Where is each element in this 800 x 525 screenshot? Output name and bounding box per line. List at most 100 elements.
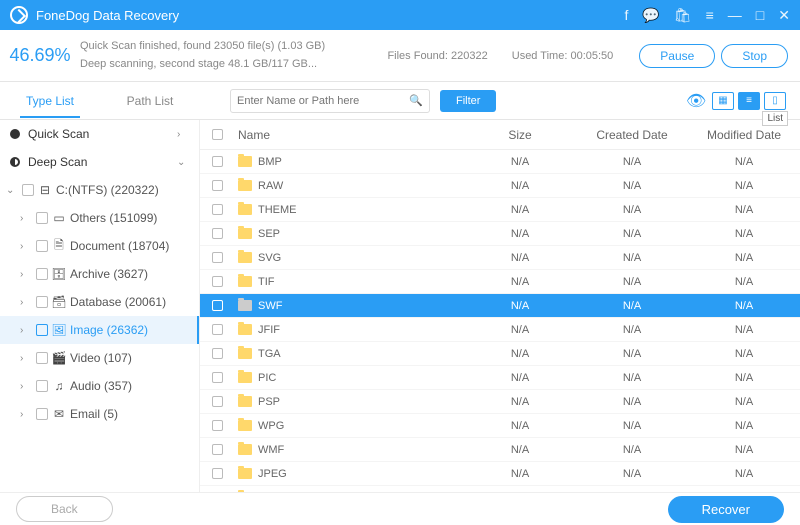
category-icon: ♫ [52, 379, 66, 393]
feedback-icon[interactable]: 💬 [642, 7, 659, 24]
table-row[interactable]: JFIFN/AN/AN/A [200, 318, 800, 342]
folder-icon [238, 156, 252, 167]
pause-button[interactable]: Pause [639, 44, 715, 68]
sidebar-item-others[interactable]: ›▭Others (151099) [0, 204, 199, 232]
view-grid-icon[interactable]: ▦ [712, 92, 734, 110]
scan-line1: Quick Scan finished, found 23050 file(s)… [80, 38, 387, 56]
row-name: RAW [258, 180, 283, 192]
search-input[interactable] [237, 95, 409, 107]
row-name: WPG [258, 420, 284, 432]
view-tooltip: List [762, 111, 788, 126]
table-row[interactable]: SEPN/AN/AN/A [200, 222, 800, 246]
row-checkbox[interactable] [212, 372, 223, 383]
scan-messages: Quick Scan finished, found 23050 file(s)… [80, 38, 387, 73]
search-icon[interactable]: 🔍 [409, 94, 423, 107]
select-all-checkbox[interactable] [212, 129, 223, 140]
category-icon: ▭ [52, 211, 66, 225]
row-checkbox[interactable] [212, 276, 223, 287]
chevron-right-icon: › [20, 409, 32, 420]
sidebar-item-image[interactable]: ›🖼Image (26362) [0, 316, 199, 344]
sidebar-item-email[interactable]: ›✉Email (5) [0, 400, 199, 428]
checkbox[interactable] [36, 352, 48, 364]
sidebar-item-video[interactable]: ›🎬Video (107) [0, 344, 199, 372]
row-checkbox[interactable] [212, 396, 223, 407]
chevron-down-icon: ⌄ [177, 157, 189, 168]
checkbox[interactable] [36, 212, 48, 224]
row-checkbox[interactable] [212, 444, 223, 455]
sidebar-item-archive[interactable]: ›🗄Archive (3627) [0, 260, 199, 288]
chevron-right-icon: › [20, 213, 32, 224]
table-row[interactable]: PSDN/AN/AN/A [200, 486, 800, 492]
preview-eye-icon[interactable]: 👁 [686, 91, 708, 111]
row-checkbox[interactable] [212, 468, 223, 479]
row-created: N/A [576, 444, 688, 456]
row-modified: N/A [688, 468, 800, 480]
col-name[interactable]: Name [234, 128, 464, 142]
table-row[interactable]: PICN/AN/AN/A [200, 366, 800, 390]
table-row[interactable]: THEMEN/AN/AN/A [200, 198, 800, 222]
table-row[interactable]: WPGN/AN/AN/A [200, 414, 800, 438]
stop-button[interactable]: Stop [721, 44, 788, 68]
row-checkbox[interactable] [212, 180, 223, 191]
sidebar-quick-scan[interactable]: Quick Scan › [0, 120, 199, 148]
tab-type-list[interactable]: Type List [0, 84, 100, 118]
row-checkbox[interactable] [212, 228, 223, 239]
row-checkbox[interactable] [212, 420, 223, 431]
view-detail-icon[interactable]: ▯ [764, 92, 786, 110]
sidebar-drive[interactable]: ⌄ ⊟ C:(NTFS) (220322) [0, 176, 199, 204]
table-row[interactable]: TIFN/AN/AN/A [200, 270, 800, 294]
table-row[interactable]: PSPN/AN/AN/A [200, 390, 800, 414]
row-checkbox[interactable] [212, 204, 223, 215]
row-name: WMF [258, 444, 284, 456]
row-checkbox[interactable] [212, 348, 223, 359]
row-checkbox[interactable] [212, 324, 223, 335]
checkbox[interactable] [36, 240, 48, 252]
dot-half-icon [10, 157, 20, 167]
table-row[interactable]: JPEGN/AN/AN/A [200, 462, 800, 486]
row-modified: N/A [688, 372, 800, 384]
close-icon[interactable]: ✕ [778, 7, 790, 24]
row-modified: N/A [688, 252, 800, 264]
sidebar-item-database[interactable]: ›🗃Database (20061) [0, 288, 199, 316]
row-modified: N/A [688, 444, 800, 456]
view-list-icon[interactable]: ≡ [738, 92, 760, 110]
col-created[interactable]: Created Date [576, 128, 688, 142]
recover-button[interactable]: Recover [668, 496, 784, 523]
dot-full-icon [10, 129, 20, 139]
table-row[interactable]: SVGN/AN/AN/A [200, 246, 800, 270]
table-row[interactable]: SWFN/AN/AN/A [200, 294, 800, 318]
tab-path-list[interactable]: Path List [100, 84, 200, 118]
row-modified: N/A [688, 156, 800, 168]
row-created: N/A [576, 324, 688, 336]
back-button[interactable]: Back [16, 496, 113, 522]
col-modified[interactable]: Modified Date [688, 128, 800, 142]
table-row[interactable]: TGAN/AN/AN/A [200, 342, 800, 366]
table-row[interactable]: WMFN/AN/AN/A [200, 438, 800, 462]
sidebar-item-document[interactable]: ›🗎Document (18704) [0, 232, 199, 260]
table-row[interactable]: BMPN/AN/AN/A [200, 150, 800, 174]
folder-icon [238, 324, 252, 335]
row-created: N/A [576, 252, 688, 264]
share-icon[interactable]: f [625, 7, 629, 24]
checkbox[interactable] [36, 268, 48, 280]
sidebar-item-audio[interactable]: ›♫Audio (357) [0, 372, 199, 400]
view-toggle: 👁 ▦ ≡ ▯ List [686, 91, 786, 111]
cart-icon[interactable]: 🛍 [674, 7, 692, 24]
table-row[interactable]: RAWN/AN/AN/A [200, 174, 800, 198]
col-size[interactable]: Size [464, 128, 576, 142]
maximize-icon[interactable]: □ [756, 7, 764, 24]
row-checkbox[interactable] [212, 156, 223, 167]
checkbox[interactable] [22, 184, 34, 196]
checkbox[interactable] [36, 408, 48, 420]
checkbox[interactable] [36, 296, 48, 308]
row-checkbox[interactable] [212, 300, 223, 311]
checkbox[interactable] [36, 380, 48, 392]
sidebar-deep-scan[interactable]: Deep Scan ⌄ [0, 148, 199, 176]
row-created: N/A [576, 420, 688, 432]
menu-icon[interactable]: ≡ [706, 7, 714, 24]
filter-button[interactable]: Filter [440, 90, 496, 112]
minimize-icon[interactable]: — [728, 7, 742, 24]
checkbox[interactable] [36, 324, 48, 336]
search-box[interactable]: 🔍 [230, 89, 430, 113]
row-checkbox[interactable] [212, 252, 223, 263]
